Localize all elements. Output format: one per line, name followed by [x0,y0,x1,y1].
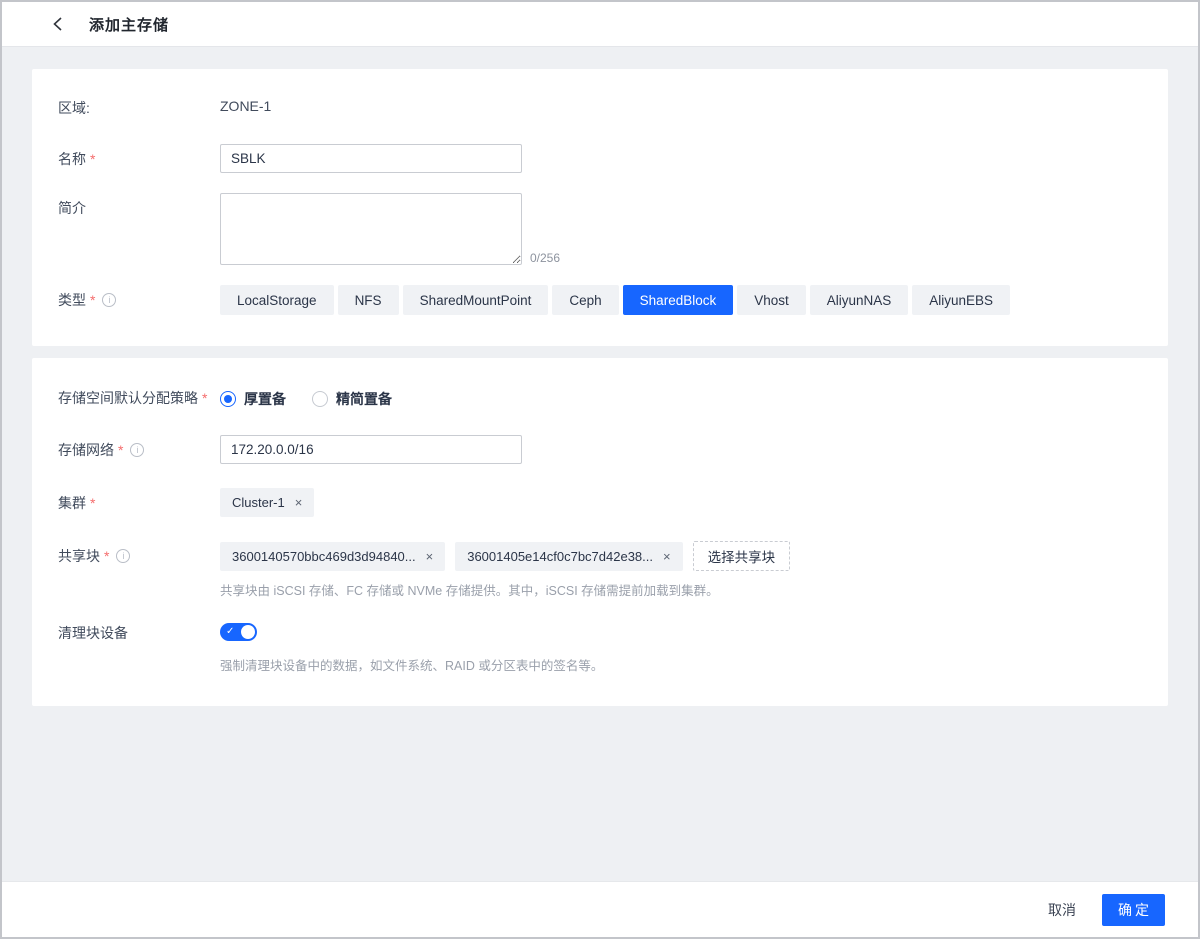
shared-block-info-icon[interactable]: i [116,549,130,563]
char-counter: 0/256 [530,251,560,265]
cluster-row: 集群* Cluster-1 × [58,488,1142,517]
cluster-label: 集群* [58,488,220,513]
type-row: 类型* i LocalStorage NFS SharedMountPoint … [58,285,1142,315]
required-asterisk: * [104,548,109,564]
network-row: 存储网络* i [58,435,1142,464]
storage-network-input[interactable] [220,435,522,464]
cluster-tag: Cluster-1 × [220,488,314,517]
remove-cluster-tag-icon[interactable]: × [295,496,303,509]
network-info-icon[interactable]: i [130,443,144,457]
name-label: 名称* [58,144,220,169]
shared-block-help-text: 共享块由 iSCSI 存储、FC 存储或 NVMe 存储提供。其中，iSCSI … [220,580,790,599]
action-footer: 取消 确定 [2,881,1198,937]
type-option-localstorage[interactable]: LocalStorage [220,285,334,315]
shared-block-tag: 36001405e14cf0c7bc7d42e38... × [455,542,682,571]
storage-type-selector: LocalStorage NFS SharedMountPoint Ceph S… [220,285,1010,315]
radio-selected-icon [220,391,236,407]
page-header: 添加主存储 [2,2,1198,47]
type-info-icon[interactable]: i [102,293,116,307]
wipe-label: 清理块设备 [58,623,220,643]
remove-shared-block-tag-icon[interactable]: × [663,550,671,563]
type-option-nfs[interactable]: NFS [338,285,399,315]
zone-value: ZONE-1 [220,98,271,114]
wipe-toggle[interactable]: ✓ [220,623,257,641]
required-asterisk: * [202,390,207,406]
type-label: 类型* i [58,285,220,310]
remove-shared-block-tag-icon[interactable]: × [426,550,434,563]
type-option-aliyunnas[interactable]: AliyunNAS [810,285,909,315]
type-option-sharedblock[interactable]: SharedBlock [623,285,734,315]
required-asterisk: * [118,442,123,458]
allocation-row: 存储空间默认分配策略* 厚置备 精简置备 [58,388,1142,409]
allocation-label: 存储空间默认分配策略* [58,388,220,408]
wipe-help-text: 强制清理块设备中的数据，如文件系统、RAID 或分区表中的签名等。 [220,655,603,674]
shared-block-label: 共享块* i [58,541,220,566]
network-label: 存储网络* i [58,435,220,460]
description-label: 简介 [58,193,220,218]
radio-thin-provision[interactable]: 精简置备 [312,389,392,409]
radio-thick-provision[interactable]: 厚置备 [220,389,286,409]
wipe-row: 清理块设备 ✓ 强制清理块设备中的数据，如文件系统、RAID 或分区表中的签名等… [58,623,1142,674]
cancel-button[interactable]: 取消 [1048,900,1076,920]
back-chevron-icon [52,16,63,32]
confirm-button[interactable]: 确定 [1102,894,1165,926]
sharedblock-settings-card: 存储空间默认分配策略* 厚置备 精简置备 存储网络* i 集群* Cluster… [32,358,1168,706]
shared-block-row: 共享块* i 3600140570bbc469d3d94840... × 360… [58,541,1142,599]
type-option-aliyunebs[interactable]: AliyunEBS [912,285,1010,315]
zone-row: 区域: ZONE-1 [58,98,1142,118]
allocation-radio-group: 厚置备 精简置备 [220,388,392,409]
toggle-knob [241,625,255,639]
basic-info-card: 区域: ZONE-1 名称* 简介 0/256 类型* i LocalStora… [32,69,1168,346]
toggle-check-icon: ✓ [226,625,234,639]
shared-block-tag: 3600140570bbc469d3d94840... × [220,542,445,571]
type-option-ceph[interactable]: Ceph [552,285,618,315]
required-asterisk: * [90,495,95,511]
select-shared-block-button[interactable]: 选择共享块 [693,541,791,571]
description-row: 简介 0/256 [58,193,1142,265]
page-title: 添加主存储 [89,14,169,35]
name-row: 名称* [58,144,1142,173]
zone-label: 区域: [58,98,220,118]
back-button[interactable] [52,16,63,32]
name-input[interactable] [220,144,522,173]
type-option-vhost[interactable]: Vhost [737,285,806,315]
required-asterisk: * [90,292,95,308]
required-asterisk: * [90,151,95,167]
radio-unselected-icon [312,391,328,407]
type-option-sharedmountpoint[interactable]: SharedMountPoint [403,285,549,315]
description-textarea[interactable] [220,193,522,265]
